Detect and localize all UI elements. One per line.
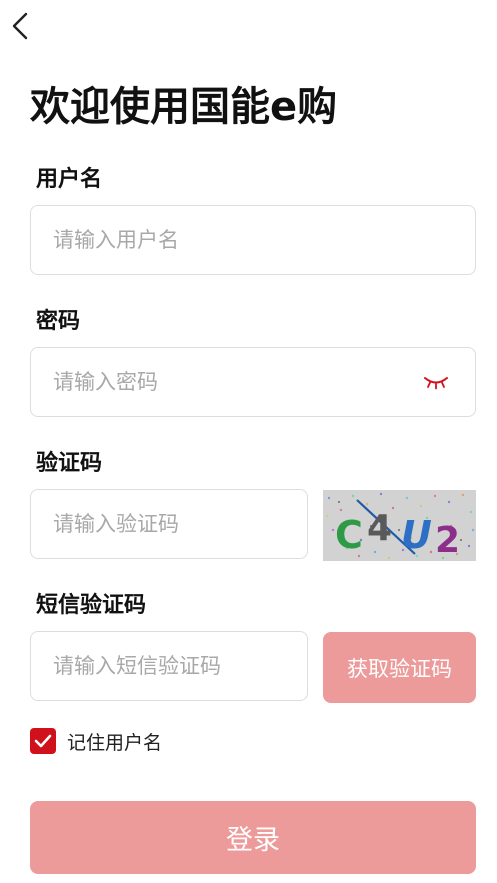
remember-username-row: 记住用户名 (30, 727, 162, 755)
captcha-char-4: 2 (435, 520, 460, 561)
captcha-image[interactable]: C 4 U 2 (323, 490, 476, 561)
back-button[interactable] (2, 8, 38, 44)
captcha-graphic: C 4 U 2 (323, 490, 476, 561)
sms-code-field-box (30, 631, 308, 701)
username-input[interactable] (31, 206, 475, 274)
login-button[interactable]: 登录 (30, 801, 476, 874)
remember-username-checkbox[interactable] (30, 728, 56, 754)
captcha-char-1: C (335, 513, 363, 557)
username-field-box (30, 205, 476, 275)
sms-code-label: 短信验证码 (36, 593, 147, 618)
captcha-input[interactable] (31, 490, 307, 558)
chevron-left-icon (12, 12, 28, 40)
sms-code-input[interactable] (31, 632, 307, 700)
page-title: 欢迎使用国能e购 (30, 84, 338, 130)
get-sms-code-button[interactable]: 获取验证码 (323, 632, 476, 703)
password-input[interactable] (31, 348, 475, 416)
password-label: 密码 (36, 309, 81, 334)
captcha-char-2: 4 (367, 508, 392, 549)
checkmark-icon (34, 734, 52, 748)
captcha-char-3: U (401, 513, 432, 557)
remember-username-label: 记住用户名 (67, 731, 163, 754)
password-field-box (30, 347, 476, 417)
captcha-field-box (30, 489, 308, 559)
captcha-label: 验证码 (36, 451, 103, 476)
username-label: 用户名 (36, 167, 103, 192)
eye-closed-icon[interactable] (423, 373, 449, 391)
